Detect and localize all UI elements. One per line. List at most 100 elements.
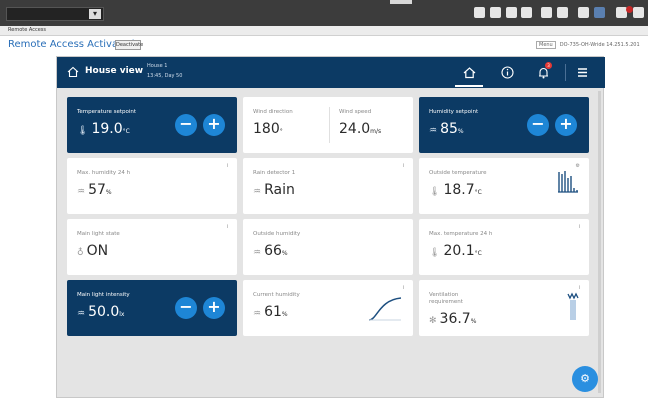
humidity-icon: ♒	[77, 187, 86, 197]
wind-speed-label: Wind speed	[339, 109, 372, 115]
humidity-icon: ♒	[253, 248, 262, 258]
max-temperature-value: 🌡 20.1°C	[429, 243, 482, 259]
grid-icon[interactable]	[474, 7, 485, 18]
tile-label: Temperature setpoint	[77, 109, 137, 115]
window-subbar: Remote Access	[0, 26, 648, 36]
active-tab-indicator	[455, 85, 483, 87]
tile-label: Main light state	[77, 231, 120, 237]
main-light-intensity-tile: Main light intensity ♒ 50.0lx − +	[67, 280, 237, 336]
tile-label: Outside temperature	[429, 170, 487, 176]
gear-icon[interactable]	[521, 7, 532, 18]
info-tab-icon[interactable]	[500, 65, 515, 80]
info-icon[interactable]: i	[579, 285, 580, 291]
tile-label: Max. humidity 24 h	[77, 170, 131, 176]
info-icon[interactable]: i	[579, 224, 580, 230]
tile-label: Outside humidity	[253, 231, 301, 237]
thermometer-icon: 🌡	[429, 248, 441, 258]
pin-icon[interactable]	[490, 7, 501, 18]
settings-icon[interactable]	[633, 7, 644, 18]
tile-label: Ventilation requirement	[429, 292, 463, 305]
rain-value: ♒ Rain	[253, 182, 295, 198]
main-light-value: ♁ ON	[77, 243, 109, 259]
tile-label: Main light intensity	[77, 292, 130, 298]
info-icon[interactable]: i	[227, 224, 228, 230]
decrease-button[interactable]: −	[175, 114, 197, 136]
rain-icon: ♒	[253, 187, 262, 197]
header-divider	[565, 64, 566, 81]
monitor-icon[interactable]	[578, 7, 589, 18]
thermometer-icon: 🌡	[77, 126, 89, 136]
info-icon[interactable]: i	[227, 163, 228, 169]
info-icon[interactable]: i	[403, 163, 404, 169]
increase-button[interactable]: +	[203, 297, 225, 319]
wind-speed-value: 24.0m/s	[339, 121, 382, 137]
tile-label: Current humidity	[253, 292, 300, 298]
lightbulb-icon: ♁	[77, 248, 84, 258]
main-light-state-tile[interactable]: i Main light state ♁ ON	[67, 219, 237, 275]
rain-detector-tile[interactable]: i Rain detector 1 ♒ Rain	[243, 158, 413, 214]
decrease-button[interactable]: −	[175, 297, 197, 319]
tile-label: Humidity setpoint	[429, 109, 479, 115]
remote-address: DO-735-OH-Wride 14.251.5.201	[559, 42, 640, 48]
current-humidity-tile[interactable]: i Current humidity ♒ 61%	[243, 280, 413, 336]
wind-direction-value: 180°	[253, 121, 283, 137]
edit-icon[interactable]	[557, 7, 568, 18]
info-icon[interactable]: i	[403, 285, 404, 291]
ventilation-level-icon	[567, 292, 579, 320]
increase-button[interactable]: +	[203, 114, 225, 136]
alarm-count-badge: 3	[545, 62, 552, 69]
app-header: House view House 1 13:45, Day 50 3	[57, 57, 605, 88]
house-view-app: House view House 1 13:45, Day 50 3 Tempe…	[56, 56, 605, 398]
menu-button[interactable]: Menu	[536, 41, 556, 49]
outside-humidity-tile[interactable]: Outside humidity ♒ 66%	[243, 219, 413, 275]
drag-handle[interactable]	[390, 0, 412, 4]
humidity-trend-icon	[368, 297, 402, 321]
temperature-setpoint-tile: Temperature setpoint 🌡 19.0°C − +	[67, 97, 237, 153]
tile-divider	[329, 107, 330, 143]
system-toolbar: ▾	[0, 0, 648, 26]
wind-direction-label: Wind direction	[253, 109, 293, 115]
user-icon[interactable]	[541, 7, 552, 18]
scrollbar[interactable]	[598, 91, 601, 393]
chevron-down-icon[interactable]: ▾	[89, 9, 101, 19]
window-label: Remote Access	[8, 27, 46, 33]
humidity-icon: ♒	[253, 309, 262, 319]
humidity-setpoint-value: ♒ 85%	[429, 121, 464, 137]
max-humidity-tile[interactable]: i Max. humidity 24 h ♒ 57%	[67, 158, 237, 214]
house-time: 13:45, Day 50	[147, 73, 183, 79]
temperature-sparkline-icon	[558, 171, 578, 193]
light-intensity-value: ♒ 50.0lx	[77, 304, 125, 320]
thermometer-icon: 🌡	[429, 187, 441, 197]
ventilation-requirement-tile[interactable]: i Ventilation requirement ✻ 36.7%	[419, 280, 589, 336]
fan-icon: ✻	[429, 316, 437, 326]
outside-temperature-tile[interactable]: ⚙ Outside temperature 🌡 18.7°C	[419, 158, 589, 214]
ventilation-value: ✻ 36.7%	[429, 311, 477, 327]
house-name: House 1	[147, 63, 168, 69]
home-icon[interactable]	[67, 66, 79, 78]
max-temperature-tile[interactable]: i Max. temperature 24 h 🌡 20.1°C	[419, 219, 589, 275]
house-tab-icon[interactable]	[462, 65, 477, 80]
humidity-icon: ♒	[429, 126, 438, 136]
menu-icon[interactable]	[575, 65, 590, 80]
window-dropdown[interactable]: ▾	[6, 7, 104, 21]
outside-temperature-value: 🌡 18.7°C	[429, 182, 482, 198]
tile-label: Max. temperature 24 h	[429, 231, 493, 237]
max-humidity-value: ♒ 57%	[77, 182, 112, 198]
window-icon[interactable]	[594, 7, 605, 18]
list-icon[interactable]	[506, 7, 517, 18]
tile-label: Rain detector 1	[253, 170, 296, 176]
outside-humidity-value: ♒ 66%	[253, 243, 288, 259]
increase-button[interactable]: +	[555, 114, 577, 136]
remote-access-bar: Remote Access Activated Deactivate Menu D…	[0, 36, 648, 54]
deactivate-button[interactable]: Deactivate	[115, 40, 143, 50]
humidity-setpoint-tile: Humidity setpoint ♒ 85% − +	[419, 97, 589, 153]
decrease-button[interactable]: −	[527, 114, 549, 136]
light-icon: ♒	[77, 309, 86, 319]
remote-info: Menu DO-735-OH-Wride 14.251.5.201	[536, 41, 640, 49]
settings-fab-button[interactable]: ⚙	[572, 366, 598, 392]
wind-tile: Wind direction 180° Wind speed 24.0m/s	[243, 97, 413, 153]
temperature-setpoint-value: 🌡 19.0°C	[77, 121, 130, 137]
page-title: House view	[85, 66, 144, 76]
notification-icon[interactable]	[626, 6, 633, 13]
current-humidity-value: ♒ 61%	[253, 304, 288, 320]
